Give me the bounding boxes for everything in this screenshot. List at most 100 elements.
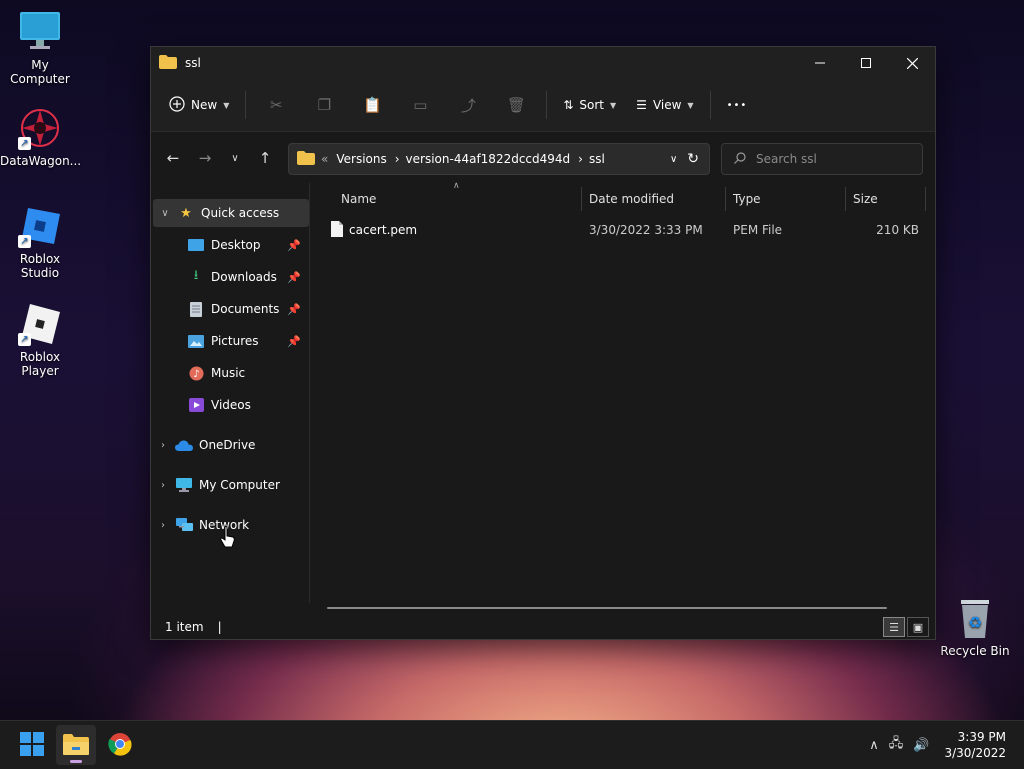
sort-label: Sort	[579, 98, 605, 112]
volume-icon[interactable]: 🔊	[913, 738, 929, 753]
details-view-icon[interactable]: ☰	[883, 617, 905, 637]
minimize-button[interactable]	[797, 47, 843, 79]
title-bar[interactable]: ssl	[151, 47, 935, 79]
close-button[interactable]	[889, 47, 935, 79]
document-icon	[187, 301, 205, 317]
delete-icon[interactable]: 🗑	[492, 89, 540, 121]
paste-icon[interactable]: 📋	[348, 89, 396, 121]
video-icon	[187, 397, 205, 413]
tiles-view-icon[interactable]: ▣	[907, 617, 929, 637]
pin-icon: 📌	[287, 238, 301, 252]
desktop-icon-roblox-studio[interactable]: ↗ Roblox Studio	[0, 204, 80, 280]
sidebar-item-documents[interactable]: Documents 📌	[151, 295, 307, 323]
recycle-bin-icon: ♻	[953, 596, 997, 640]
search-box[interactable]	[721, 143, 923, 175]
desktop-icon-recycle-bin[interactable]: ♻ Recycle Bin	[935, 596, 1015, 658]
sidebar-item-label: Quick access	[201, 206, 280, 220]
cut-icon[interactable]: ✂	[252, 89, 300, 121]
chevron-right-icon[interactable]: ›	[151, 440, 175, 451]
file-explorer-window: ssl New ▼ ✂ ❐ 📋 ▭ ⤴ 🗑 ⇅ Sort ▼ ☰ View ▼ …	[150, 46, 936, 640]
chevron-down-icon: ▼	[223, 100, 230, 110]
desktop-icon-label: DataWagon...	[0, 154, 82, 168]
more-icon: •••	[726, 99, 748, 111]
pictures-icon	[187, 333, 205, 349]
sidebar-item-my-computer[interactable]: › My Computer	[151, 471, 307, 499]
up-arrow-icon[interactable]: ↑	[249, 142, 281, 174]
column-header-size[interactable]: Size	[853, 187, 923, 211]
rename-icon[interactable]: ▭	[396, 89, 444, 121]
sidebar-item-label: Music	[211, 366, 246, 380]
more-options-button[interactable]: •••	[717, 89, 758, 121]
taskbar-chrome[interactable]	[100, 725, 140, 765]
clock[interactable]: 3:39 PM 3/30/2022	[944, 729, 1006, 761]
view-button[interactable]: ☰ View ▼	[626, 89, 703, 121]
column-divider[interactable]	[925, 187, 926, 211]
desktop-icon-my-computer[interactable]: My Computer	[0, 10, 80, 86]
chevron-down-icon: ▼	[610, 100, 617, 110]
maximize-button[interactable]	[843, 47, 889, 79]
sidebar-item-onedrive[interactable]: › OneDrive	[151, 431, 307, 459]
pin-icon: 📌	[287, 270, 301, 284]
breadcrumb-versions[interactable]: Versions	[336, 152, 386, 166]
roblox-studio-icon: ↗	[18, 204, 62, 248]
new-button[interactable]: New ▼	[159, 89, 239, 121]
back-arrow-icon[interactable]: ←	[157, 142, 189, 174]
windows-logo-icon	[20, 731, 44, 759]
column-header-date-modified[interactable]: Date modified	[589, 187, 725, 211]
system-tray: ∧ 🖧 🔊 3:39 PM 3/30/2022	[864, 721, 1024, 769]
horizontal-scrollbar[interactable]	[327, 607, 887, 609]
toolbar-divider	[245, 91, 247, 119]
search-input[interactable]	[754, 151, 908, 167]
sidebar-item-videos[interactable]: Videos	[151, 391, 307, 419]
plus-circle-icon	[169, 95, 185, 115]
sort-button[interactable]: ⇅ Sort ▼	[553, 89, 626, 121]
sidebar-item-label: Videos	[211, 398, 251, 412]
sidebar-item-downloads[interactable]: ⭳ Downloads 📌	[151, 263, 307, 291]
sidebar-item-quick-access[interactable]: ∨ ★ Quick access	[153, 199, 309, 227]
share-icon[interactable]: ⤴	[444, 89, 492, 121]
start-button[interactable]	[12, 725, 52, 765]
datawagon-logo-icon: ↗	[18, 106, 62, 150]
column-header-name[interactable]: Name	[341, 187, 581, 211]
recent-locations-chevron-icon[interactable]: ∨	[221, 142, 249, 174]
window-title: ssl	[159, 54, 201, 72]
table-row[interactable]: cacert.pem 3/30/2022 3:33 PM PEM File 21…	[327, 219, 927, 243]
breadcrumb-version[interactable]: version-44af1822dccd494d	[406, 152, 571, 166]
taskbar-file-explorer[interactable]	[56, 725, 96, 765]
pane-divider[interactable]	[309, 183, 310, 603]
pin-icon: 📌	[287, 302, 301, 316]
desktop-icon-datawagon[interactable]: ↗ DataWagon...	[0, 106, 82, 168]
breadcrumb-ssl[interactable]: ssl	[589, 152, 605, 166]
desktop-icon-roblox-player[interactable]: ↗ Roblox Player	[0, 302, 80, 378]
copy-icon[interactable]: ❐	[300, 89, 348, 121]
chevron-down-icon[interactable]: ∨	[153, 208, 177, 219]
sidebar-item-label: Documents	[211, 302, 280, 316]
address-bar[interactable]: « Versions › version-44af1822dccd494d › …	[288, 143, 710, 175]
file-list: ∧ Name Date modified Type Size cacert.pe…	[311, 181, 935, 603]
forward-arrow-icon[interactable]: →	[189, 142, 221, 174]
column-divider[interactable]	[725, 187, 726, 211]
column-divider[interactable]	[845, 187, 846, 211]
file-size: 210 KB	[876, 223, 919, 237]
breadcrumb-separator-icon: ›	[578, 152, 583, 166]
column-header-type[interactable]: Type	[733, 187, 845, 211]
toolbar-divider	[546, 91, 548, 119]
show-hidden-icons-chevron-icon[interactable]: ∧	[869, 738, 879, 753]
sidebar-item-pictures[interactable]: Pictures 📌	[151, 327, 307, 355]
svg-text:♻: ♻	[968, 613, 982, 632]
chevron-right-icon[interactable]: ›	[151, 520, 175, 531]
network-status-icon[interactable]: 🖧	[889, 734, 904, 756]
overflow-chevron-icon[interactable]: «	[321, 152, 328, 166]
sidebar-item-desktop[interactable]: Desktop 📌	[151, 231, 307, 259]
address-dropdown-icon[interactable]: ∨	[670, 154, 677, 165]
shortcut-arrow-icon: ↗	[18, 137, 31, 150]
chevron-right-icon[interactable]: ›	[151, 480, 175, 491]
column-divider[interactable]	[581, 187, 582, 211]
refresh-icon[interactable]: ↻	[687, 151, 699, 167]
sidebar-item-music[interactable]: ♪ Music	[151, 359, 307, 387]
sidebar-item-label: Downloads	[211, 270, 277, 284]
window-title-text: ssl	[185, 56, 201, 70]
music-note-icon: ♪	[187, 365, 205, 381]
file-date-modified: 3/30/2022 3:33 PM	[589, 223, 703, 237]
clock-date: 3/30/2022	[944, 746, 1006, 760]
